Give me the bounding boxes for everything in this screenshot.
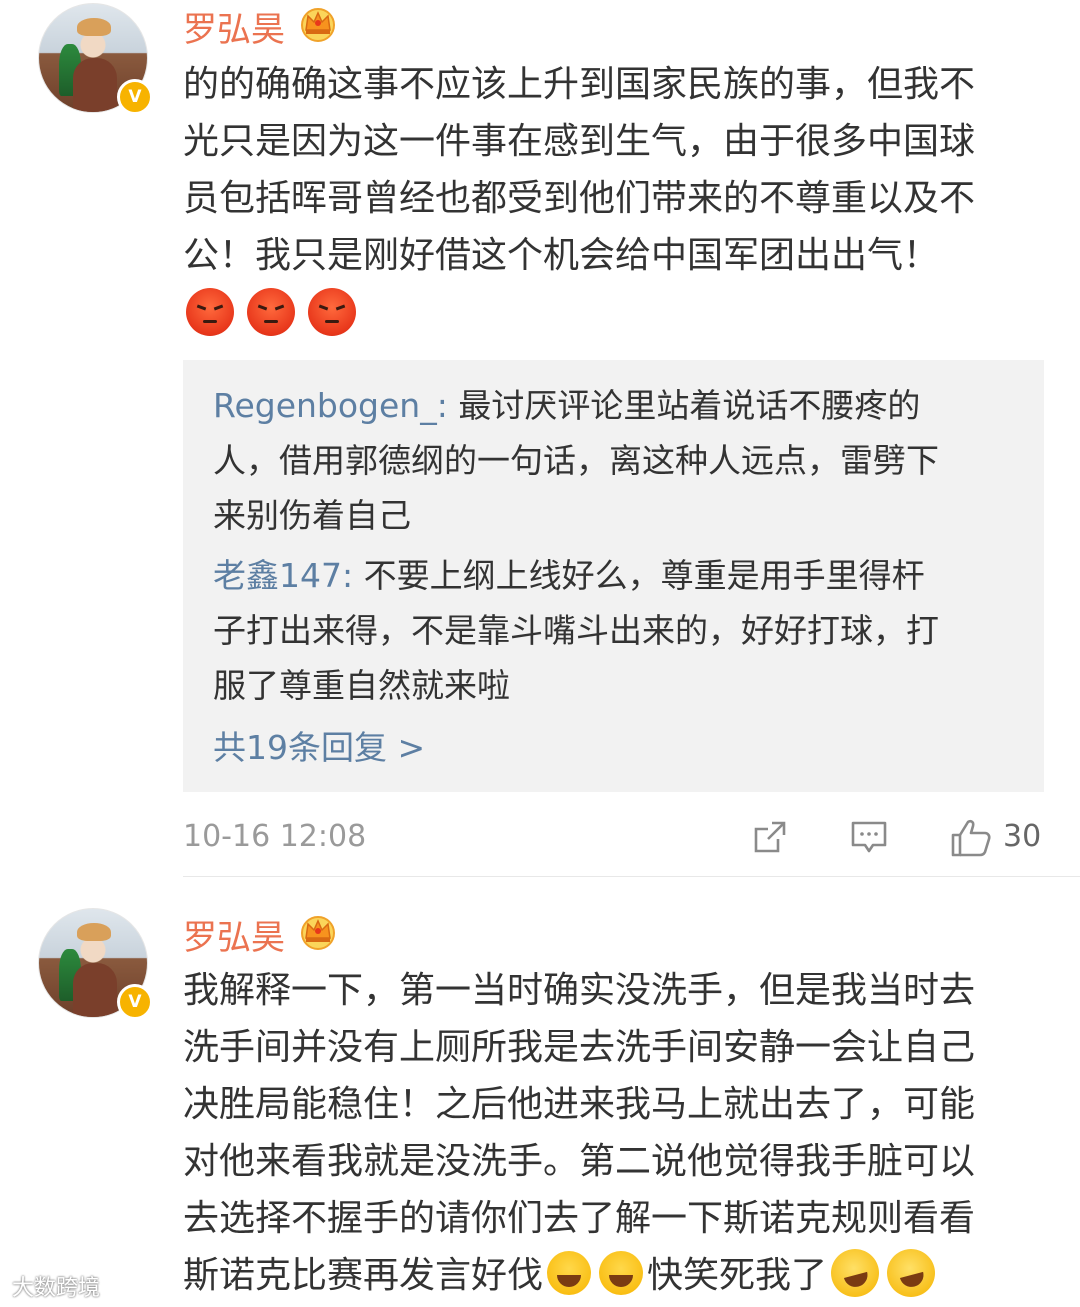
comment-username[interactable]: 罗弘昊 [183, 910, 285, 959]
reply-text: 人，借用郭德纲的一句话，离这种人远点，雷劈下 [213, 441, 939, 480]
emoji-row: ✦ ✦ ✦ [186, 284, 364, 340]
watermark-logo: 大数跨境 [12, 1276, 101, 1301]
comment-text-line: 员包括晖哥曾经也都受到他们带来的不尊重以及不 [183, 178, 976, 219]
reply-text: 子打出来得，不是靠斗嘴斗出来的，好好打球，打 [213, 611, 939, 650]
comment-item: V 罗弘昊 我解释一下，第一当时确实没洗手，但是我当时去 洗手间并没有上厕所我是… [0, 880, 1080, 1307]
comment-text-line: 的的确确这事不应该上升到国家民族的事，但我不 [183, 64, 976, 105]
angry-emoji-icon: ✦ [247, 284, 296, 336]
reply-item[interactable]: Regenbogen_: 最讨厌评论里站着说话不腰疼的 人，借用郭德纲的一句话，… [213, 378, 1023, 543]
laughing-tears-emoji-icon [599, 1251, 644, 1295]
laughing-tears-emoji-icon [547, 1251, 592, 1295]
share-icon[interactable] [750, 817, 790, 857]
comment-text-line: 对他来看我就是没洗手。第二说他觉得我手脏可以 [183, 1141, 976, 1182]
comment-text-line: 快笑死我了 [647, 1255, 828, 1296]
reply-item[interactable]: 老鑫147: 不要上纲上线好么，尊重是用手里得杆 子打出来得，不是靠斗嘴斗出来的… [213, 548, 1023, 713]
reply-text: 不要上纲上线好么，尊重是用手里得杆 [363, 556, 925, 595]
comment-text-line: 洗手间并没有上厕所我是去洗手间安静一会让自己 [183, 1027, 976, 1068]
reply-text: 来别伤着自己 [213, 496, 411, 535]
like-count: 30 [1003, 819, 1042, 854]
angry-emoji-icon: ✦ [308, 284, 357, 336]
rolling-laugh-emoji-icon [825, 1243, 885, 1303]
comment-text-line: 去选择不握手的请你们去了解一下斯诺克规则看看 [183, 1198, 976, 1239]
view-all-replies-link[interactable]: 共19条回复 > [213, 720, 425, 775]
comment-timestamp: 10-16 12:08 [183, 819, 367, 854]
reply-text: 服了尊重自然就来啦 [213, 666, 510, 705]
comment-text-line: 斯诺克比赛再发言好伐 [183, 1255, 544, 1296]
comment-text-line: 公！我只是刚好借这个机会给中国军团出出气！ [183, 235, 940, 276]
replies-box: Regenbogen_: 最讨厌评论里站着说话不腰疼的 人，借用郭德纲的一句话，… [183, 360, 1044, 792]
angry-emoji-icon: ✦ [186, 284, 234, 336]
comment-username[interactable]: 罗弘昊 [183, 2, 285, 51]
reply-text: 最讨厌评论里站着说话不腰疼的 [458, 386, 921, 425]
comment-text: 的的确确这事不应该上升到国家民族的事，但我不 光只是因为这一件事在感到生气，由于… [183, 56, 1053, 284]
comment-text-line: 决胜局能稳住！之后他进来我马上就出去了，可能 [183, 1084, 976, 1125]
comment-text-line: 我解释一下，第一当时确实没洗手，但是我当时去 [183, 970, 976, 1011]
comment-icon[interactable] [849, 817, 889, 857]
reply-username[interactable]: 老鑫147 [213, 556, 342, 595]
verified-badge-icon: V [117, 984, 153, 1020]
thumbs-up-icon[interactable] [949, 817, 993, 859]
divider [183, 876, 1080, 877]
crown-vip-icon [301, 916, 335, 950]
comment-text-line: 光只是因为这一件事在感到生气，由于很多中国球 [183, 121, 976, 162]
verified-badge-icon: V [117, 79, 153, 115]
comment-item: V 罗弘昊 的的确确这事不应该上升到国家民族的事，但我不 光只是因为这一件事在感… [0, 0, 1080, 870]
reply-username[interactable]: Regenbogen_ [213, 386, 437, 425]
rolling-laugh-emoji-icon [881, 1243, 941, 1303]
comment-text: 我解释一下，第一当时确实没洗手，但是我当时去 洗手间并没有上厕所我是去洗手间安静… [183, 962, 1053, 1304]
comment-actions: 10-16 12:08 30 [183, 815, 1044, 861]
crown-vip-icon [301, 8, 335, 42]
